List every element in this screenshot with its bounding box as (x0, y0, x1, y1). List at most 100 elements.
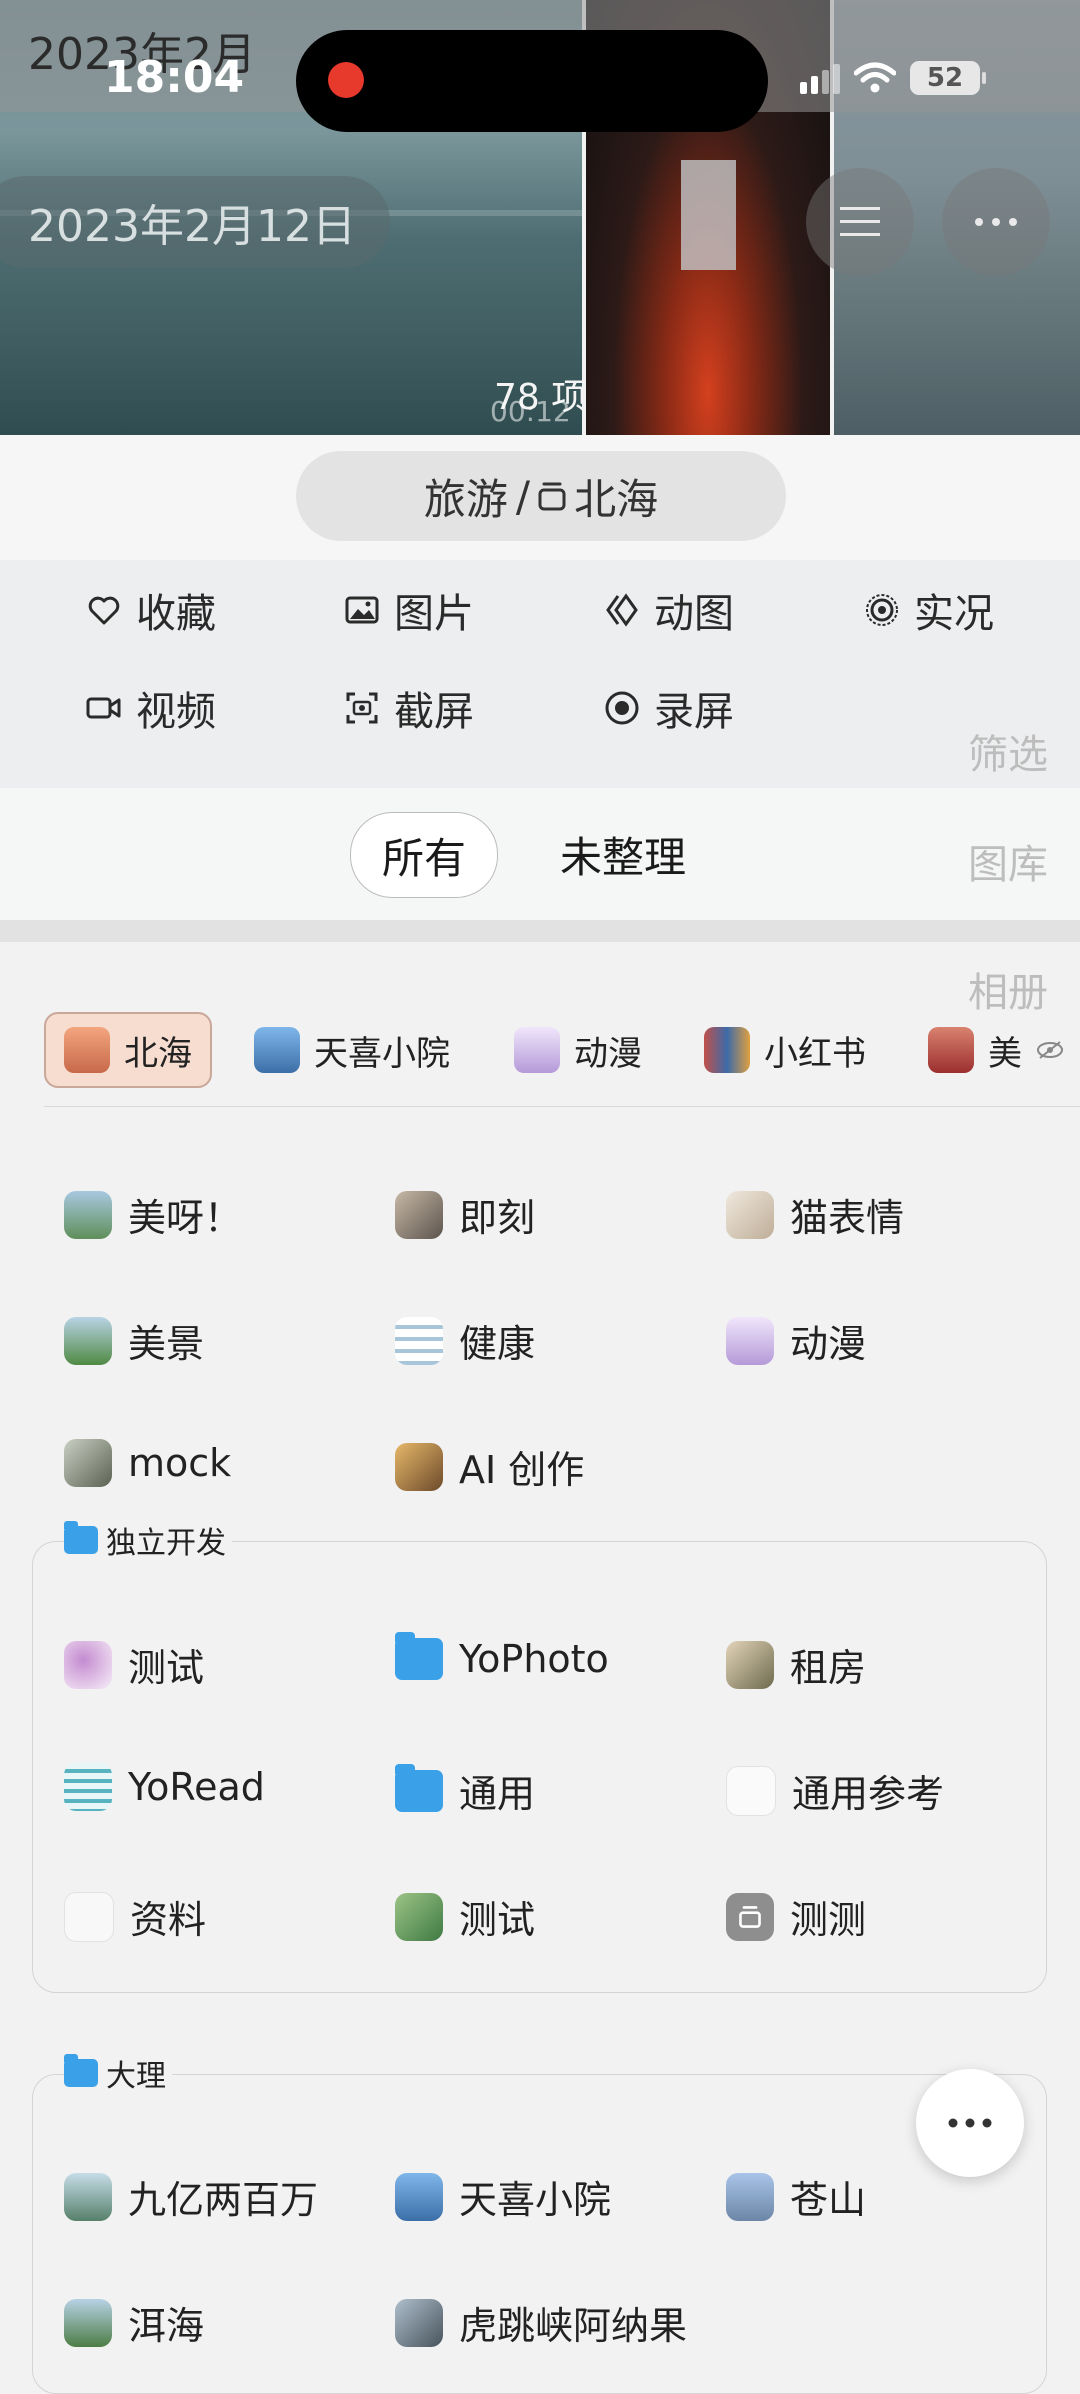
group-title-label: 独立开发 (106, 1526, 226, 1561)
segment-unorganized[interactable]: 未整理 (560, 812, 686, 896)
album-item[interactable]: 测试 (64, 1637, 204, 1692)
video-duration: 00:12 (490, 395, 571, 428)
album-item[interactable]: 通用参考 (726, 1763, 944, 1818)
image-icon (345, 596, 379, 624)
group-title[interactable]: 独立开发 (64, 1518, 232, 1562)
album-label: AI 创作 (459, 1448, 585, 1492)
breadcrumb-current: 北海 (574, 474, 659, 524)
album-item[interactable]: 资料 (64, 1889, 206, 1944)
album-item[interactable]: 即刻 (395, 1187, 535, 1242)
filter-images[interactable]: 图片 (344, 560, 474, 660)
album-label: 测试 (459, 1898, 536, 1942)
album-item[interactable]: YoRead (64, 1763, 265, 1811)
section-divider (0, 920, 1080, 942)
chip-mei[interactable]: 美 (928, 1012, 1064, 1088)
chip-row-divider (44, 1106, 1080, 1107)
album-thumbnail (64, 2172, 112, 2221)
screenshot-icon (346, 692, 378, 724)
album-thumbnail (726, 1765, 776, 1816)
folder-item[interactable]: 通用 (395, 1763, 535, 1818)
album-label: 动漫 (790, 1322, 867, 1366)
album-label: 通用参考 (792, 1772, 945, 1816)
album-item[interactable]: 动漫 (726, 1313, 866, 1368)
more-options-button[interactable] (942, 168, 1050, 276)
status-time: 18:04 (104, 52, 245, 103)
photo-strip[interactable]: 2023年2月 18:04 52 2023年2月12日 78 项 00:12 (0, 0, 1080, 435)
album-thumbnail (64, 1891, 114, 1942)
filter-screenshots[interactable]: 截屏 (344, 658, 474, 758)
album-thumbnail (254, 1027, 300, 1073)
chip-label: 北海 (124, 1033, 192, 1074)
album-label: 即刻 (459, 1196, 536, 1240)
album-item[interactable]: 美景 (64, 1313, 204, 1368)
album-item[interactable]: 租房 (726, 1637, 866, 1692)
filter-label: 图片 (394, 591, 474, 637)
folder-item[interactable]: YoPhoto (395, 1632, 609, 1681)
album-label: YoRead (128, 1765, 265, 1809)
chip-label: 小红书 (764, 1033, 866, 1074)
album-item[interactable]: 虎跳峡阿纳果 (395, 2295, 687, 2350)
album-thumbnail (726, 1640, 774, 1689)
album-label: 天喜小院 (459, 2178, 612, 2222)
album-item[interactable]: 天喜小院 (395, 2169, 611, 2224)
floating-more-button[interactable] (916, 2069, 1024, 2177)
album-thumbnail (726, 1316, 774, 1365)
album-breadcrumb[interactable]: 旅游 / 北海 (296, 451, 786, 541)
album-label: 猫表情 (790, 1196, 905, 1240)
chip-xiaohongshu[interactable]: 小红书 (704, 1012, 866, 1088)
album-label: 苍山 (790, 2178, 867, 2222)
album-label: 租房 (790, 1646, 867, 1690)
album-item[interactable]: 测试 (395, 1889, 535, 1944)
album-thumbnail (726, 1190, 774, 1239)
list-view-button[interactable] (806, 168, 914, 276)
album-thumbnail (64, 1439, 112, 1487)
filter-gif[interactable]: 动图 (604, 560, 734, 660)
chip-beihai[interactable]: 北海 (44, 1012, 212, 1088)
battery-icon: 52 (910, 61, 986, 95)
filter-videos[interactable]: 视频 (86, 658, 216, 758)
title-strip: 旅游 / 北海 (0, 435, 1080, 561)
album-item[interactable]: 洱海 (64, 2295, 204, 2350)
album-item[interactable]: AI 创作 (395, 1439, 584, 1494)
group-title[interactable]: 大理 (64, 2051, 172, 2095)
album-thumbnail (64, 1027, 110, 1073)
section-label-library: 图库 (968, 842, 1048, 888)
album-item[interactable]: 测测 (726, 1889, 866, 1944)
gif-icon (606, 593, 638, 627)
album-thumbnail (704, 1027, 750, 1073)
chip-anime[interactable]: 动漫 (514, 1012, 642, 1088)
segment-all[interactable]: 所有 (350, 812, 498, 898)
album-thumbnail (395, 1190, 443, 1239)
section-label-albums: 相册 (968, 970, 1048, 1016)
album-label: 通用 (459, 1772, 536, 1816)
signal-icon (800, 62, 840, 94)
album-item[interactable]: 美呀！ (64, 1187, 242, 1242)
folder-icon (395, 1632, 443, 1680)
album-chip-row[interactable]: 北海 天喜小院 动漫 小红书 美 (44, 1012, 1080, 1092)
album-item[interactable]: 苍山 (726, 2169, 866, 2224)
group-title-label: 大理 (106, 2059, 166, 2094)
filter-label: 视频 (136, 689, 216, 735)
chip-tianxi[interactable]: 天喜小院 (254, 1012, 450, 1088)
album-label: 资料 (130, 1898, 207, 1942)
album-thumbnail (928, 1027, 974, 1073)
corridor-window (681, 160, 736, 270)
filter-screen-recordings[interactable]: 录屏 (604, 658, 734, 758)
chip-label: 动漫 (574, 1033, 642, 1074)
album-thumbnail (64, 1190, 112, 1239)
breadcrumb-parent: 旅游 (423, 474, 508, 524)
ellipsis-icon (948, 2118, 992, 2128)
album-item[interactable]: 健康 (395, 1313, 535, 1368)
wifi-icon (854, 62, 896, 93)
filter-favorites[interactable]: 收藏 (86, 560, 216, 660)
filter-live[interactable]: 实况 (864, 560, 994, 660)
hamburger-icon (840, 207, 880, 236)
section-label-filter: 筛选 (968, 732, 1048, 778)
album-item[interactable]: 九亿两百万 (64, 2169, 318, 2224)
album-item[interactable]: mock (64, 1439, 231, 1487)
album-thumbnail (395, 2172, 443, 2221)
album-panel: 旅游 / 北海 收藏 图片 动图 实况 视频 截屏 录屏 筛选 所有 未整理 图… (0, 435, 1080, 2394)
segment-control: 所有 未整理 图库 (0, 788, 1080, 920)
album-item[interactable]: 猫表情 (726, 1187, 904, 1242)
ellipsis-icon (975, 218, 1017, 226)
